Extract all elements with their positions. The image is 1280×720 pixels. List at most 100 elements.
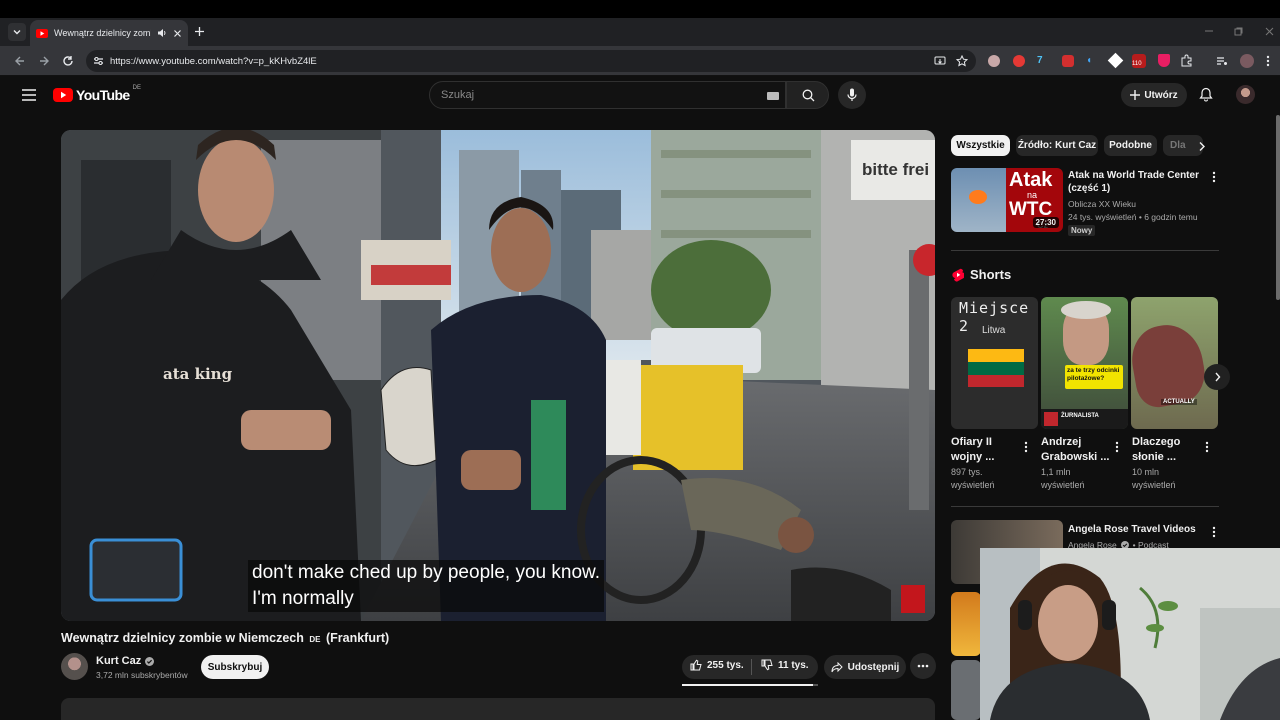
extension-icon-4[interactable] xyxy=(1062,55,1074,67)
extension-icon-1[interactable] xyxy=(988,55,1000,67)
item-menu-icon[interactable] xyxy=(1212,171,1216,183)
extension-icon-6[interactable] xyxy=(1107,52,1124,69)
new-tab-icon[interactable] xyxy=(194,26,205,37)
new-badge: Nowy xyxy=(1068,225,1096,236)
lithuania-flag xyxy=(968,349,1024,387)
video-captions: don't make ched up by people, you know. … xyxy=(248,560,604,612)
window-close-icon[interactable] xyxy=(1265,27,1274,36)
install-app-icon[interactable] xyxy=(934,55,946,67)
recommended-item[interactable]: Atak na WTC Cz 27:30 Atak na World Trade… xyxy=(951,168,1221,236)
close-icon[interactable] xyxy=(173,29,182,38)
short-1-title-line1: Ofiary II xyxy=(951,436,992,448)
kebab-menu-icon[interactable] xyxy=(1266,55,1270,67)
shorts-shelf-bottom-divider xyxy=(951,506,1219,507)
bookmark-star-icon[interactable] xyxy=(956,55,968,67)
like-count: 255 tys. xyxy=(707,659,744,671)
youtube-masthead: YouTube DE Szukaj Utwórz xyxy=(0,77,1280,115)
short-2-title-line1: Andrzej xyxy=(1041,436,1082,448)
keyboard-icon[interactable] xyxy=(767,92,779,100)
country-flag: DE xyxy=(309,635,321,644)
flag-stripe-yellow xyxy=(968,349,1024,362)
puzzle-icon[interactable] xyxy=(1180,54,1193,67)
recommended-thumbnail-4[interactable] xyxy=(951,660,981,720)
extension-icon-2[interactable] xyxy=(1013,55,1025,67)
shorts-heading-text: Shorts xyxy=(970,267,1012,282)
short-title-1[interactable]: Ofiary II wojny ... xyxy=(951,435,1021,465)
thumbs-up-icon xyxy=(690,659,702,671)
subscribe-button[interactable]: Subskrybuj xyxy=(201,655,269,679)
chevron-right-icon[interactable] xyxy=(1198,141,1206,152)
channel-name-row[interactable]: Kurt Caz xyxy=(96,655,155,667)
recommended-title[interactable]: Atak na World Trade Center (część 1) xyxy=(1068,169,1208,195)
address-bar[interactable]: https://www.youtube.com/watch?v=p_kKHvbZ… xyxy=(86,50,976,72)
shorts-shelf-top-divider xyxy=(951,250,1219,251)
description-box[interactable] xyxy=(61,698,935,720)
extension-icon-3[interactable]: 7 xyxy=(1037,55,1049,67)
bell-icon[interactable] xyxy=(1199,87,1213,102)
media-controls-icon[interactable] xyxy=(1216,55,1228,67)
recommended-title-2[interactable]: Angela Rose Travel Videos xyxy=(1068,524,1196,535)
profile-avatar-browser[interactable] xyxy=(1240,54,1254,68)
short-thumbnail-2[interactable]: za te trzy odcinki pilotażowe? ŻURNALIST… xyxy=(1041,297,1128,429)
tab-search-button[interactable] xyxy=(8,23,26,41)
chip-from-channel[interactable]: Źródło: Kurt Caz xyxy=(1016,135,1098,156)
share-button[interactable]: Udostępnij xyxy=(824,655,906,679)
short-thumbnail-1[interactable]: Miejsce 2 Litwa xyxy=(951,297,1038,429)
recommended-channel[interactable]: Oblicza XX Wieku xyxy=(1068,199,1136,209)
like-progress-bar xyxy=(682,684,818,686)
account-avatar[interactable] xyxy=(1236,85,1255,104)
short-1-thumb-text2: Litwa xyxy=(982,325,1006,336)
create-button[interactable]: Utwórz xyxy=(1121,83,1187,107)
short-1-views-line1: 897 tys. xyxy=(951,467,983,477)
video-player[interactable]: ata king bitte frei xyxy=(61,130,935,621)
webcam-feed-scene xyxy=(980,548,1280,720)
search-button[interactable] xyxy=(786,81,829,109)
shorts-heading: Shorts xyxy=(952,267,1011,282)
extension-icon-5[interactable]: ◖ xyxy=(1086,55,1098,67)
like-button[interactable]: 255 tys. xyxy=(690,659,744,671)
create-label: Utwórz xyxy=(1144,89,1178,101)
dislike-button[interactable]: 11 tys. xyxy=(761,659,809,671)
chip-all-label: Wszystkie xyxy=(956,140,1005,151)
page-scrollbar[interactable] xyxy=(1276,115,1280,300)
short-3-menu-icon[interactable] xyxy=(1205,441,1209,453)
chip-all[interactable]: Wszystkie xyxy=(951,135,1010,156)
channel-avatar[interactable] xyxy=(61,653,88,680)
item-menu-icon-2[interactable] xyxy=(1212,526,1216,538)
extension-badge[interactable]: 110 xyxy=(1132,54,1146,68)
search-input[interactable]: Szukaj xyxy=(429,81,786,109)
short-2-menu-icon[interactable] xyxy=(1115,441,1119,453)
recommended-thumbnail[interactable]: Atak na WTC Cz 27:30 xyxy=(951,168,1063,232)
hamburger-menu-icon[interactable] xyxy=(22,89,36,101)
channel-name[interactable]: Kurt Caz xyxy=(96,655,141,667)
shorts-next-button[interactable] xyxy=(1204,364,1230,390)
extension-shield-icon[interactable] xyxy=(1158,54,1170,67)
search-placeholder: Szukaj xyxy=(441,89,475,101)
chevron-down-icon xyxy=(13,30,21,35)
video-duration: 27:30 xyxy=(1032,217,1059,228)
extensions-area: 7 ◖ 110 xyxy=(988,52,1192,69)
reload-icon[interactable] xyxy=(62,55,74,67)
short-1-views-line2: wyświetleń xyxy=(951,480,995,490)
more-actions-button[interactable] xyxy=(910,653,936,679)
youtube-logo[interactable]: YouTube DE xyxy=(53,85,141,103)
browser-tab-active[interactable]: Wewnątrz dzielnicy zombie xyxy=(30,20,188,46)
recommended-thumbnail-3[interactable] xyxy=(951,592,981,656)
youtube-favicon-icon xyxy=(36,28,48,38)
voice-search-button[interactable] xyxy=(838,81,866,109)
back-arrow-icon[interactable] xyxy=(14,55,26,67)
short-thumbnail-3[interactable]: ACTUALLY xyxy=(1131,297,1218,429)
speaker-icon[interactable] xyxy=(157,28,167,38)
chip-for-you[interactable]: Dla xyxy=(1163,135,1203,156)
site-info-icon[interactable] xyxy=(93,56,104,66)
short-title-3[interactable]: Dlaczego słonie ... xyxy=(1132,435,1202,465)
chip-related[interactable]: Podobne xyxy=(1104,135,1157,156)
restore-icon[interactable] xyxy=(1234,27,1243,36)
minimize-icon[interactable] xyxy=(1205,29,1215,33)
recommended-title-line2: (część 1) xyxy=(1068,183,1111,194)
short-title-2[interactable]: Andrzej Grabowski ... xyxy=(1041,435,1111,465)
forward-arrow-icon[interactable] xyxy=(38,55,50,67)
short-1-menu-icon[interactable] xyxy=(1024,441,1028,453)
short-2-thumb-text1: za te trzy odcinki pilotażowe? xyxy=(1067,367,1120,382)
short-views-1: 897 tys. wyświetleń xyxy=(951,466,1031,492)
